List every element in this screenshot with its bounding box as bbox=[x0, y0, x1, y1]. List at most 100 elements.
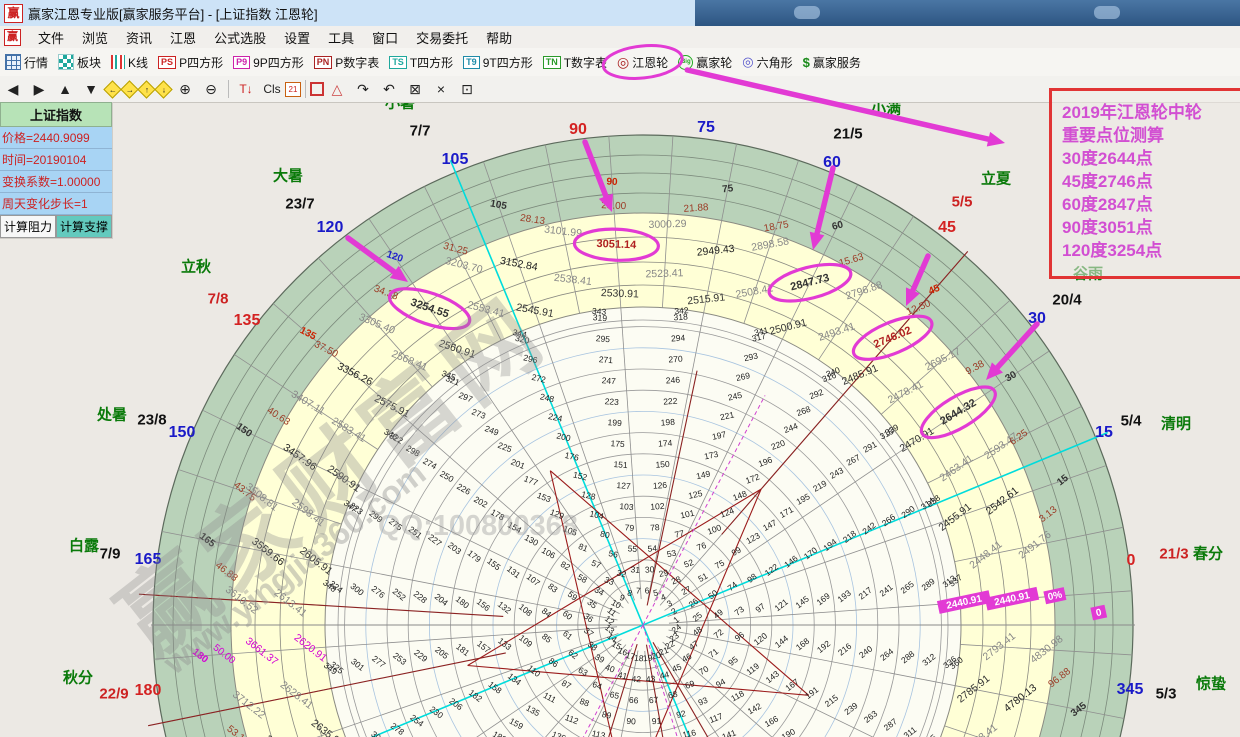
p-table-icon: PN bbox=[314, 56, 333, 69]
window-title: 赢家江恩专业版[赢家服务平台] - [上证指数 江恩轮] bbox=[28, 4, 318, 23]
toolbar-item-label: 六角形 bbox=[757, 54, 793, 71]
pointer-up-icon[interactable]: ▲ bbox=[52, 81, 78, 97]
svg-text:343: 343 bbox=[592, 306, 607, 317]
svg-text:102: 102 bbox=[650, 501, 665, 512]
toolbar-item-label: 江恩轮 bbox=[632, 54, 668, 71]
toolbar-item-label: T四方形 bbox=[410, 54, 453, 71]
svg-text:175: 175 bbox=[610, 438, 625, 449]
svg-text:6: 6 bbox=[644, 585, 650, 595]
menu-item-工具[interactable]: 工具 bbox=[319, 26, 363, 49]
service-icon: $ bbox=[803, 55, 810, 70]
calc-support-button[interactable]: 计算支撑 bbox=[56, 215, 112, 238]
conversion-factor-value: 变换系数=1.00000 bbox=[0, 171, 112, 193]
svg-text:2530.91: 2530.91 bbox=[601, 287, 640, 300]
gann-wheel-icon: ◎ bbox=[617, 55, 629, 69]
app-logo-icon: 赢 bbox=[4, 4, 23, 23]
svg-text:43: 43 bbox=[646, 674, 656, 685]
toolbar-item-9T四方形[interactable]: T99T四方形 bbox=[458, 54, 538, 71]
menu-item-浏览[interactable]: 浏览 bbox=[73, 26, 117, 49]
svg-text:295: 295 bbox=[595, 333, 610, 344]
svg-text:25.00: 25.00 bbox=[601, 200, 627, 212]
back-arrow-icon[interactable]: ◀ bbox=[0, 81, 26, 98]
time-value: 时间=20190104 bbox=[0, 149, 112, 171]
title-bar: 赢 赢家江恩专业版[赢家服务平台] - [上证指数 江恩轮] bbox=[0, 0, 1240, 27]
svg-text:75: 75 bbox=[722, 183, 735, 195]
t-down-icon[interactable]: T↓ bbox=[233, 82, 259, 96]
toolbar-item-T四方形[interactable]: TST四方形 bbox=[384, 54, 458, 71]
toolbar-item-K线[interactable]: K线 bbox=[106, 54, 153, 71]
svg-text:247: 247 bbox=[601, 375, 616, 386]
toolbar-item-label: 板块 bbox=[77, 54, 101, 71]
toolbar-item-label: 赢家轮 bbox=[696, 54, 732, 71]
toolbar-separator bbox=[305, 80, 306, 98]
svg-text:222: 222 bbox=[663, 396, 678, 407]
pan-down-icon[interactable]: ↓ bbox=[154, 80, 172, 98]
nine-p-square-icon: P9 bbox=[233, 56, 250, 69]
svg-text:103: 103 bbox=[619, 501, 634, 512]
square-tool-icon[interactable] bbox=[310, 82, 324, 96]
toolbar-item-P四方形[interactable]: PSP四方形 bbox=[153, 54, 228, 71]
cls-button[interactable]: Cls bbox=[259, 82, 285, 96]
panel-title: 上证指数 bbox=[0, 102, 112, 127]
toolbar-item-label: T数字表 bbox=[564, 54, 607, 71]
p-square-icon: PS bbox=[158, 56, 176, 69]
sector-blocks-icon bbox=[58, 54, 74, 70]
toolbar-item-赢家服务[interactable]: $赢家服务 bbox=[798, 54, 866, 71]
svg-text:42: 42 bbox=[631, 674, 641, 685]
hexagon-icon: ◎ bbox=[742, 55, 753, 69]
menu-item-窗口[interactable]: 窗口 bbox=[363, 26, 407, 49]
titlebar-overlap-area bbox=[695, 0, 1240, 26]
t-table-icon: TN bbox=[543, 56, 561, 69]
screen-icon[interactable]: ⊡ bbox=[454, 81, 480, 98]
svg-text:90: 90 bbox=[626, 716, 636, 727]
rotate-cw-icon[interactable]: ↷ bbox=[350, 81, 376, 98]
toolbar-item-label: 赢家服务 bbox=[813, 54, 861, 71]
calendar-icon[interactable]: 21 bbox=[285, 82, 301, 97]
toolbar-item-label: 9P四方形 bbox=[253, 54, 304, 71]
menu-item-江恩[interactable]: 江恩 bbox=[161, 26, 205, 49]
triangle-tool-icon[interactable]: △ bbox=[324, 81, 350, 98]
titlebar-blob bbox=[794, 6, 820, 19]
toolbar-item-label: K线 bbox=[128, 54, 148, 71]
main-toolbar: 行情板块K线PSP四方形P99P四方形PNP数字表TST四方形T99T四方形TN… bbox=[0, 48, 1240, 77]
menu-item-公式选股[interactable]: 公式选股 bbox=[205, 26, 275, 49]
calc-resistance-button[interactable]: 计算阻力 bbox=[0, 215, 56, 238]
toolbar-item-label: P四方形 bbox=[179, 54, 223, 71]
svg-text:3051.14: 3051.14 bbox=[596, 238, 637, 252]
svg-text:55: 55 bbox=[627, 543, 637, 554]
toolbar-item-江恩轮[interactable]: ◎江恩轮 bbox=[612, 54, 673, 71]
menu-bar: 赢 文件浏览资讯江恩公式选股设置工具窗口交易委托帮助 bbox=[0, 26, 1240, 49]
delete-box-icon[interactable]: ⊠ bbox=[402, 81, 428, 98]
svg-text:294: 294 bbox=[671, 333, 686, 344]
toolbar-item-行情[interactable]: 行情 bbox=[0, 54, 53, 71]
menu-item-设置[interactable]: 设置 bbox=[275, 26, 319, 49]
close-x-icon[interactable]: × bbox=[428, 81, 454, 97]
menu-item-帮助[interactable]: 帮助 bbox=[477, 26, 521, 49]
toolbar-item-六角形[interactable]: ◎ 六角形 bbox=[737, 54, 797, 71]
pointer-down-icon[interactable]: ▼ bbox=[78, 81, 104, 97]
toolbar-item-9P四方形[interactable]: P99P四方形 bbox=[228, 54, 309, 71]
svg-text:31: 31 bbox=[630, 564, 640, 575]
rotate-ccw-icon[interactable]: ↶ bbox=[376, 81, 402, 98]
svg-text:90: 90 bbox=[606, 177, 618, 188]
svg-text:198: 198 bbox=[660, 417, 675, 428]
menu-item-文件[interactable]: 文件 bbox=[29, 26, 73, 49]
menu-item-交易委托[interactable]: 交易委托 bbox=[407, 26, 477, 49]
zoom-out-icon[interactable]: ⊖ bbox=[198, 81, 224, 98]
annotation-line: 2019年江恩轮中轮 bbox=[1062, 101, 1240, 124]
annotation-line: 90度3051点 bbox=[1062, 216, 1240, 239]
svg-text:30: 30 bbox=[645, 564, 655, 575]
price-value: 价格=2440.9099 bbox=[0, 127, 112, 149]
forward-arrow-icon[interactable]: ▶ bbox=[26, 81, 52, 98]
zoom-in-icon[interactable]: ⊕ bbox=[172, 81, 198, 98]
menu-item-资讯[interactable]: 资讯 bbox=[117, 26, 161, 49]
svg-text:174: 174 bbox=[658, 438, 673, 449]
toolbar-item-T数字表[interactable]: TNT数字表 bbox=[538, 54, 612, 71]
toolbar-item-板块[interactable]: 板块 bbox=[53, 54, 106, 71]
toolbar-item-赢家轮[interactable]: Big赢家轮 bbox=[673, 54, 737, 71]
svg-text:246: 246 bbox=[666, 375, 681, 386]
svg-text:199: 199 bbox=[607, 417, 622, 428]
toolbar-item-P数字表[interactable]: PNP数字表 bbox=[309, 54, 385, 71]
winner-wheel-icon: Big bbox=[678, 55, 693, 70]
svg-text:79: 79 bbox=[624, 522, 634, 533]
